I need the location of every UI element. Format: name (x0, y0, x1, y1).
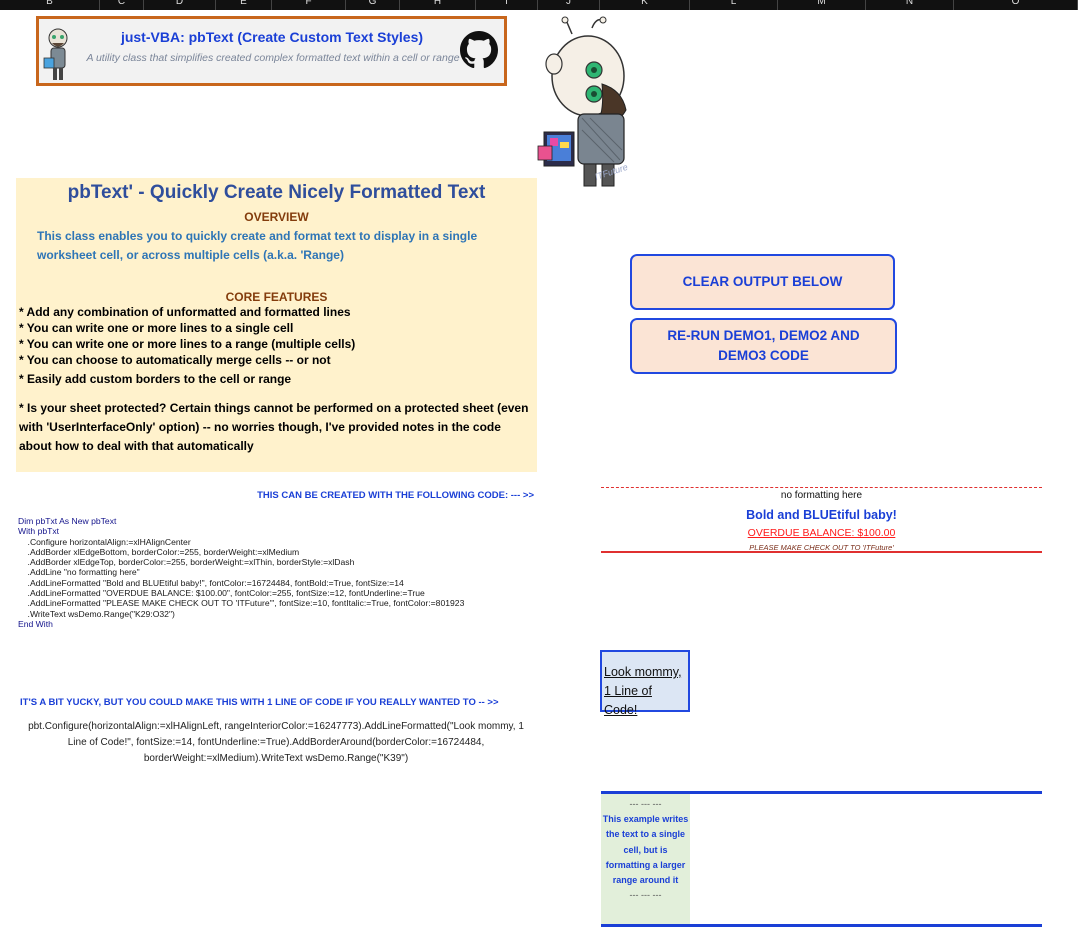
column-header-g[interactable]: G (346, 0, 400, 10)
overview-title: pbText' - Quickly Create Nicely Formatte… (67, 182, 486, 203)
range-format-example[interactable]: --- --- --- This example writes the text… (601, 791, 1042, 927)
code-line: .WriteText wsDemo.Range("K29:O32") (18, 608, 175, 619)
column-header-n[interactable]: N (866, 0, 954, 10)
github-icon[interactable] (460, 31, 498, 69)
demo-line-check: PLEASE MAKE CHECK OUT TO 'ITFuture' (749, 543, 894, 552)
mascot-avatar-icon (43, 28, 68, 80)
feature-item: * You can write one or more lines to a s… (19, 321, 294, 335)
code-line: End With (18, 618, 53, 629)
one-line-code: pbt.Configure(horizontalAlign:=xlHAlignL… (28, 721, 524, 764)
demo-line-plain: no formatting here (780, 490, 863, 501)
range-example-cell[interactable]: --- --- --- This example writes the text… (601, 794, 690, 924)
rerun-demo-label: RE-RUN DEMO1, DEMO2 AND DEMO3 CODE (667, 328, 860, 363)
demo-line-bold: Bold and BLUEtiful baby! (746, 508, 897, 522)
range-example-text: This example writes the text to a single… (602, 814, 689, 886)
banner-subtitle: A utility class that simplifies created … (86, 52, 460, 64)
column-header-l[interactable]: L (690, 0, 778, 10)
one-line-heading: IT'S A BIT YUCKY, BUT YOU COULD MAKE THI… (20, 697, 499, 708)
demo-line-overdue: OVERDUE BALANCE: $100.00 (747, 527, 896, 539)
feature-item: * You can write one or more lines to a r… (19, 337, 356, 351)
feature-item: * Easily add custom borders to the cell … (19, 372, 292, 386)
range-dash-bottom: --- --- --- (629, 890, 662, 901)
one-line-demo-text: Look mommy, 1 Line of Code! (604, 665, 682, 717)
code-heading: THIS CAN BE CREATED WITH THE FOLLOWING C… (257, 490, 534, 501)
code-line: .AddBorder xlEdgeTop, borderColor:=255, … (18, 557, 355, 568)
code-line: .Configure horizontalAlign:=xlHAlignCent… (18, 536, 191, 547)
column-header-d[interactable]: D (144, 0, 216, 10)
column-header-k[interactable]: K (600, 0, 690, 10)
rerun-demo-button[interactable]: RE-RUN DEMO1, DEMO2 AND DEMO3 CODE (630, 318, 897, 374)
itfuture-mascot-image: ITFuture (537, 16, 629, 187)
code-line: .AddLineFormatted "OVERDUE BALANCE: $100… (18, 588, 425, 599)
core-features-title: CORE FEATURES (225, 290, 328, 304)
overview-subtitle: OVERVIEW (244, 210, 309, 224)
code-line: Dim pbTxt As New pbText (18, 516, 117, 526)
protected-sheet-note: * Is your sheet protected? Certain thing… (19, 401, 529, 453)
feature-item: * Add any combination of unformatted and… (19, 305, 351, 319)
column-header-i[interactable]: I (476, 0, 538, 10)
feature-item: * You can choose to automatically merge … (19, 353, 331, 367)
title-banner: just-VBA: pbText (Create Custom Text Sty… (36, 16, 507, 86)
vba-code-block: Dim pbTxt As New pbText With pbTxt .Confi… (18, 516, 538, 629)
feature-list: * Add any combination of unformatted and… (19, 304, 534, 387)
code-line: .AddLineFormatted "Bold and BLUEtiful ba… (18, 577, 404, 588)
column-header-h[interactable]: H (400, 0, 476, 10)
column-header-b[interactable]: B (0, 0, 100, 10)
code-line: .AddBorder xlEdgeBottom, borderColor:=25… (18, 546, 300, 557)
column-header-f[interactable]: F (272, 0, 346, 10)
column-header-e[interactable]: E (216, 0, 272, 10)
code-line: .AddLineFormatted "PLEASE MAKE CHECK OUT… (18, 598, 465, 609)
range-dash-top: --- --- --- (629, 799, 662, 809)
clear-output-button[interactable]: CLEAR OUTPUT BELOW (630, 254, 895, 310)
overview-description: This class enables you to quickly create… (37, 229, 478, 262)
code-line: With pbTxt (18, 526, 60, 537)
column-header-bar: B C D E F G H I J K L M N O (0, 0, 1078, 10)
banner-title: just-VBA: pbText (Create Custom Text Sty… (120, 29, 424, 45)
one-line-demo-cell[interactable]: Look mommy, 1 Line of Code! (600, 650, 690, 717)
column-header-j[interactable]: J (538, 0, 600, 10)
overview-panel: pbText' - Quickly Create Nicely Formatte… (16, 178, 537, 472)
column-header-c[interactable]: C (100, 0, 144, 10)
column-header-m[interactable]: M (778, 0, 866, 10)
column-header-o[interactable]: O (954, 0, 1078, 10)
demo-output-range[interactable]: no formatting here Bold and BLUEtiful ba… (601, 487, 1042, 553)
code-line: .AddLine "no formatting here" (18, 567, 140, 578)
